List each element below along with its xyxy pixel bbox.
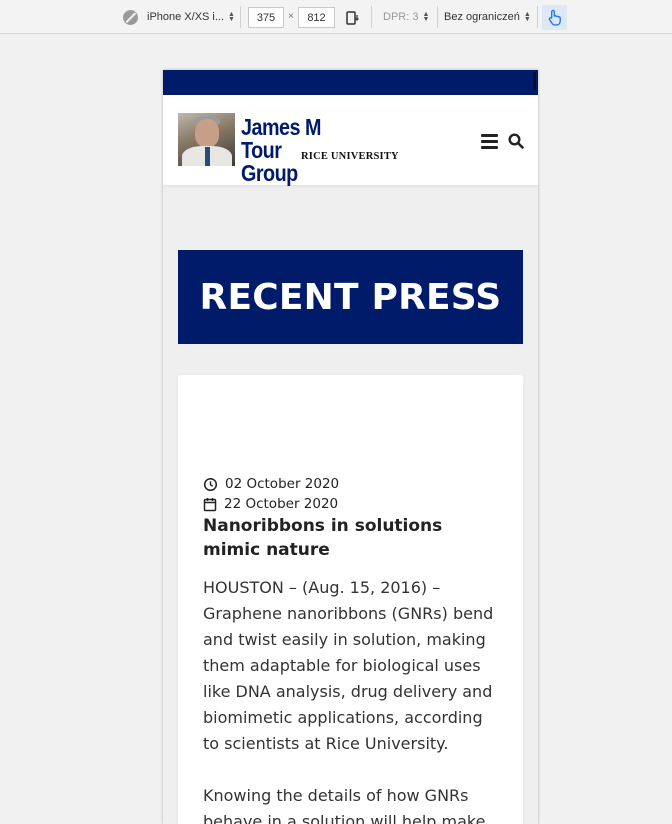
post-card: 02 October 2020 22 October 2020 Nanoribb… — [178, 375, 523, 824]
logo-photo[interactable] — [178, 113, 235, 166]
site-header: James M Tour Group RICE UNIVERSITY — [163, 95, 538, 185]
width-input[interactable]: 375 — [248, 7, 284, 28]
page-hero: RECENT PRESS — [178, 250, 523, 344]
device-select-label: iPhone X/XS i... — [147, 11, 225, 23]
dpr-select[interactable]: DPR: 3 ▲ ▼ — [383, 0, 429, 34]
height-value: 812 — [307, 11, 326, 24]
post-paragraph: HOUSTON – (Aug. 15, 2016) – Graphene nan… — [203, 578, 494, 753]
logo-subtitle: RICE UNIVERSITY — [301, 151, 399, 162]
clock-icon — [203, 477, 218, 491]
hand-pointer-icon — [548, 9, 561, 26]
touch-toggle-button[interactable] — [542, 5, 567, 30]
height-input[interactable]: 812 — [298, 7, 335, 28]
divider — [437, 6, 438, 28]
calendar-icon — [203, 497, 217, 511]
divider — [240, 6, 241, 28]
width-value: 375 — [256, 11, 276, 24]
rotate-icon[interactable] — [346, 10, 360, 25]
divider — [371, 6, 372, 28]
post-paragraph: Knowing the details of how GNRs behave i… — [203, 786, 486, 824]
device-toolbar: iPhone X/XS i... ▲ ▼ 375 × 812 DPR: 3 ▲ ▼ … — [0, 0, 672, 34]
throttle-select[interactable]: Bez ograniczeń ▲ ▼ — [444, 0, 531, 34]
post-title[interactable]: Nanoribbons in solutions mimic nature — [203, 514, 503, 562]
modified-date-text: 22 October 2020 — [224, 496, 339, 512]
chevron-updown-icon: ▲ ▼ — [422, 11, 430, 23]
chevron-updown-icon: ▲ ▼ — [228, 11, 235, 23]
logo-line-2: Group — [241, 160, 298, 186]
throttle-label: Bez ograniczeń — [444, 11, 520, 23]
divider — [537, 6, 538, 28]
mobile-viewport: James M Tour Group RICE UNIVERSITY RECEN… — [163, 70, 538, 824]
dpr-label: DPR: 3 — [383, 11, 419, 23]
page-title: RECENT PRESS — [199, 276, 502, 318]
search-icon[interactable] — [508, 133, 524, 149]
times-sign: × — [288, 11, 294, 22]
published-date-text: 02 October 2020 — [225, 476, 340, 492]
modified-date: 22 October 2020 — [203, 496, 338, 512]
no-throttle-icon[interactable] — [123, 10, 138, 25]
top-bar — [163, 70, 538, 95]
post-body: HOUSTON – (Aug. 15, 2016) – Graphene nan… — [203, 575, 503, 824]
chevron-updown-icon: ▲ ▼ — [523, 11, 531, 23]
hamburger-menu-icon[interactable] — [481, 134, 498, 149]
device-select[interactable]: iPhone X/XS i... ▲ ▼ — [147, 0, 235, 34]
top-bar-mark — [533, 72, 536, 90]
published-date: 02 October 2020 — [203, 476, 339, 492]
